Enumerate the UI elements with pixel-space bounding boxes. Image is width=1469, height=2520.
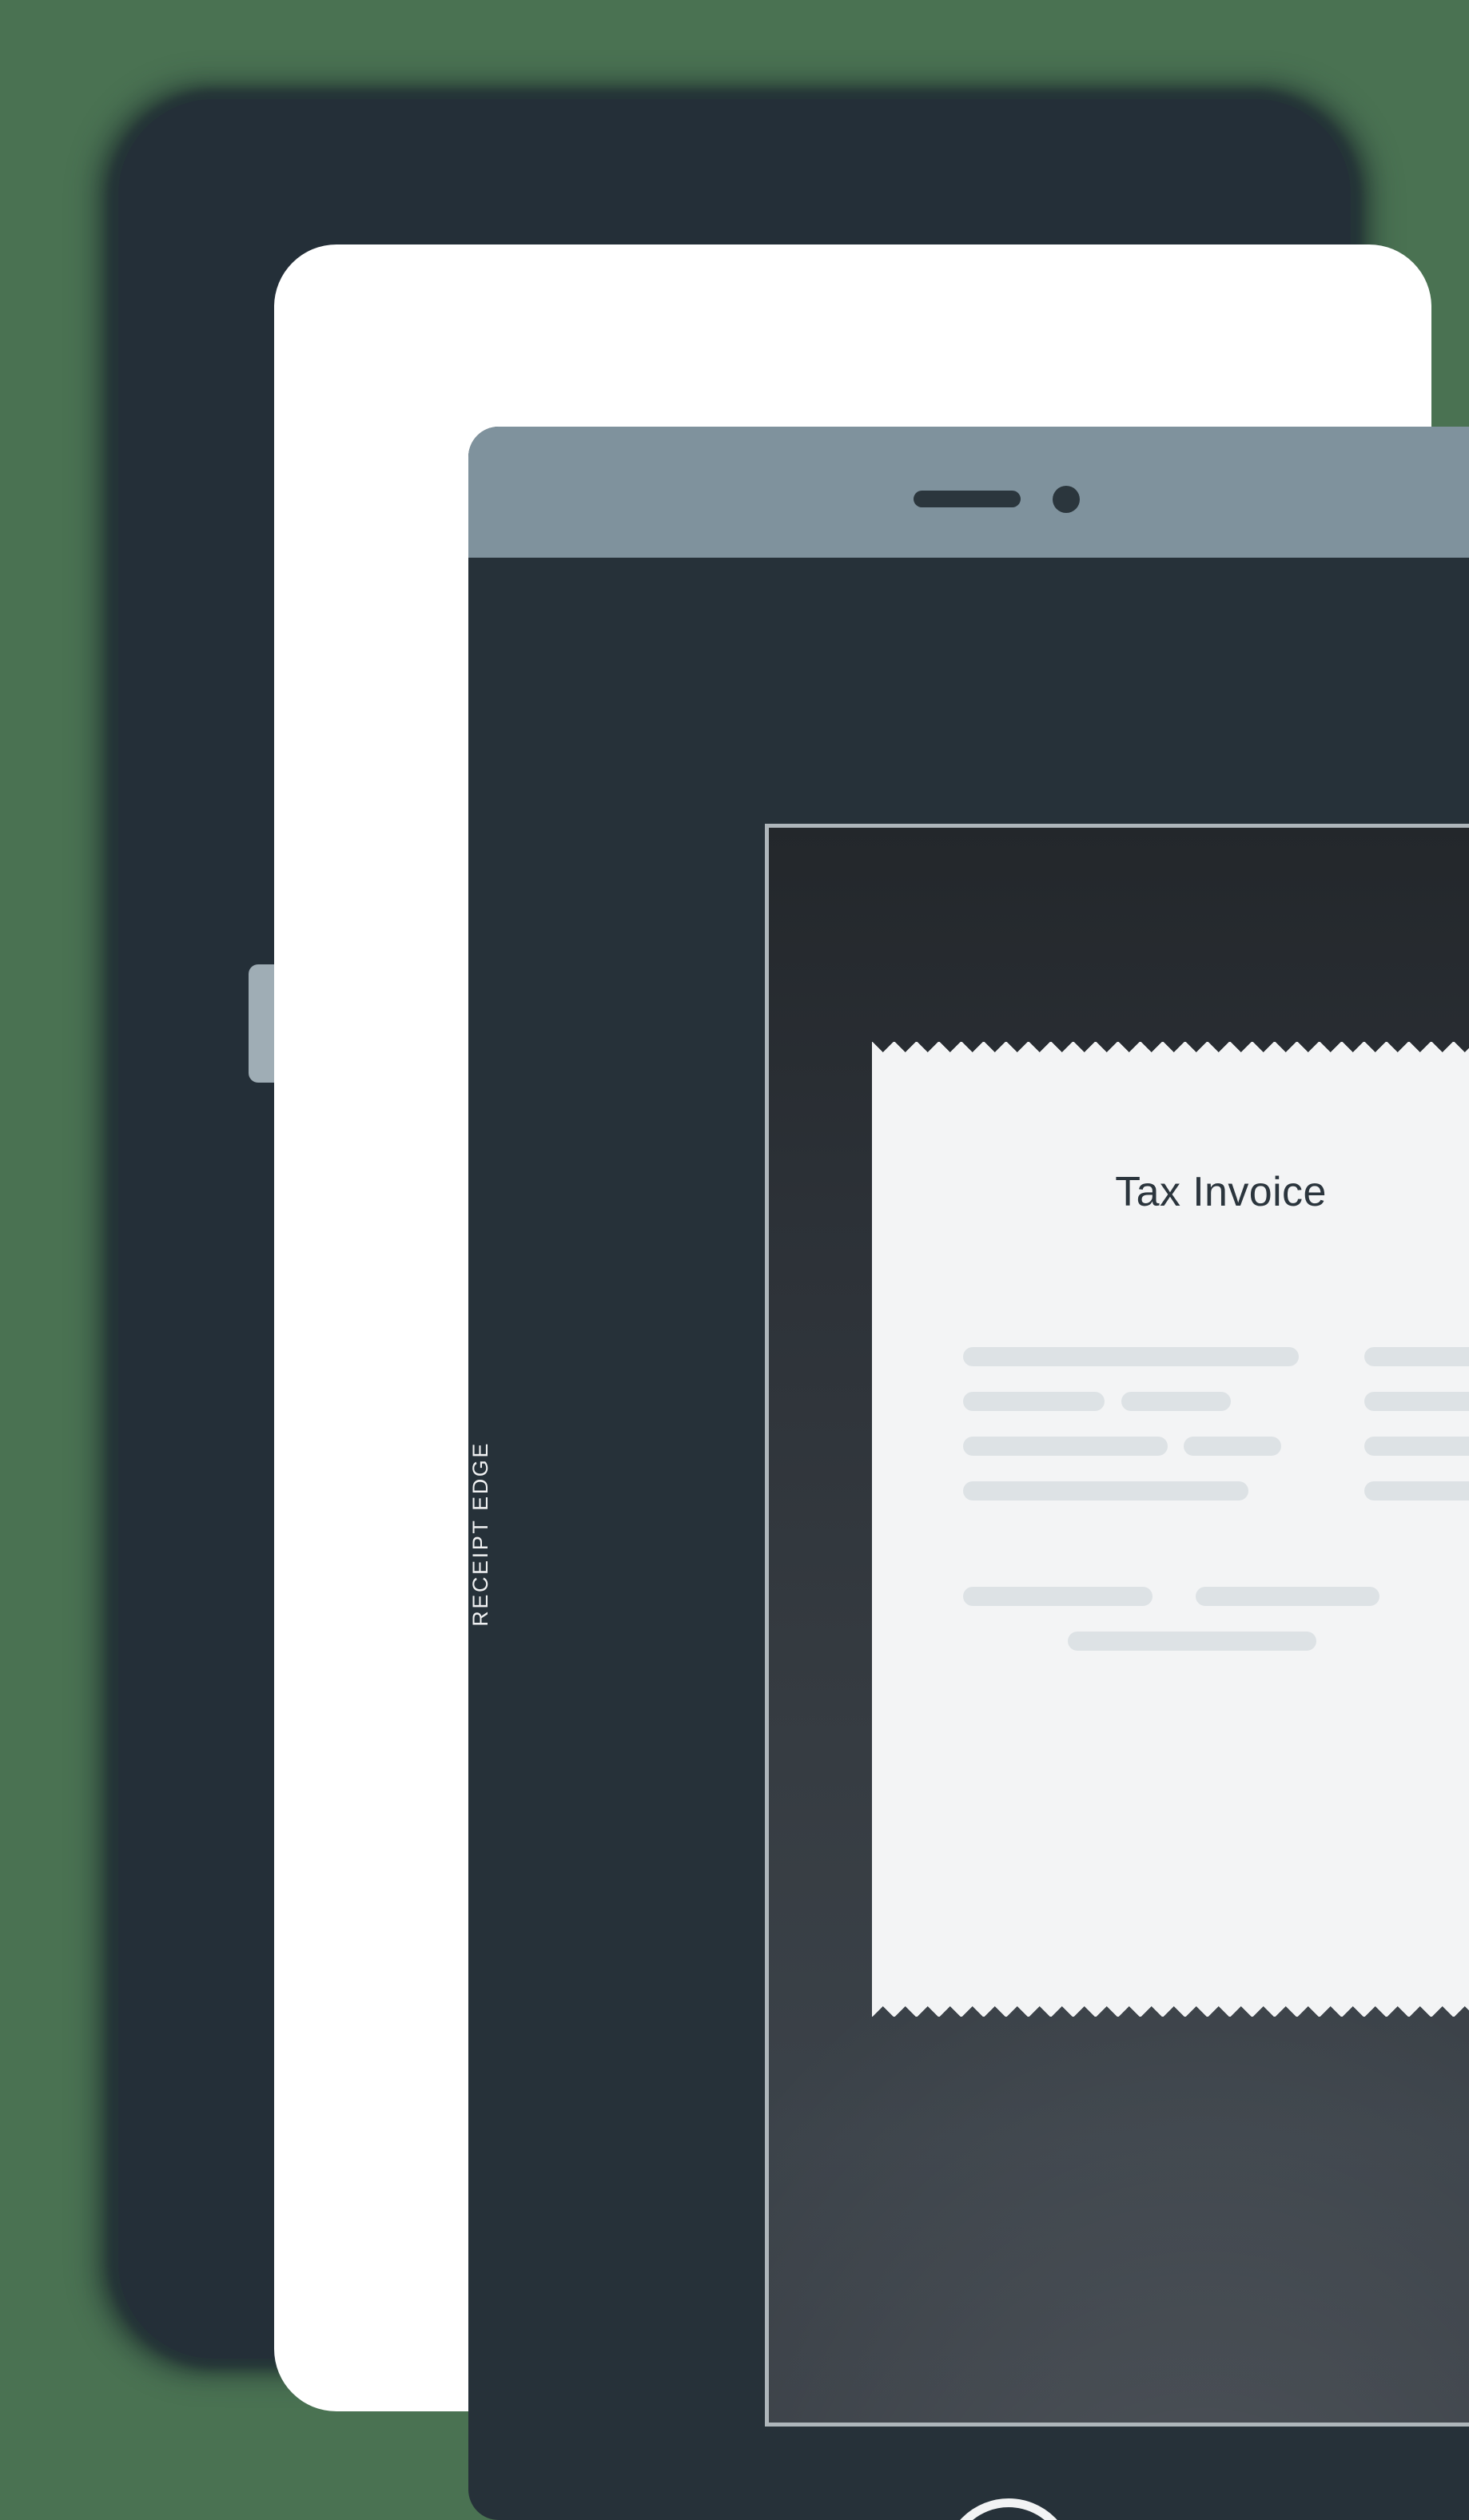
home-button[interactable] (943, 2498, 1074, 2520)
power-button[interactable] (249, 964, 274, 1083)
top-bezel (468, 427, 1469, 558)
device-screen: Tax Invoice RECEIPT EDGE RECEIPT EDGE CA… (468, 427, 1469, 2520)
receipt-placeholder-bar (1364, 1437, 1469, 1456)
camera-viewfinder[interactable]: Tax Invoice (765, 824, 1469, 2427)
receipt-placeholder-bar (1364, 1392, 1469, 1411)
receipt-placeholder-bar (1068, 1632, 1316, 1651)
receipt-placeholder-bar (963, 1587, 1153, 1606)
receipt-placeholder-bar (1364, 1481, 1469, 1500)
phone-body: Tax Invoice RECEIPT EDGE RECEIPT EDGE CA… (118, 99, 1469, 2520)
receipt-placeholder-bar (1196, 1587, 1379, 1606)
receipt-document: Tax Invoice (872, 1042, 1469, 2017)
front-camera-icon (1053, 486, 1080, 513)
receipt-edge-label-left: RECEIPT EDGE (468, 1441, 492, 1627)
receipt-placeholder-bar (1184, 1437, 1281, 1456)
receipt-placeholder-bar (963, 1347, 1299, 1366)
receipt-placeholder-bar (963, 1481, 1248, 1500)
phone-white-frame: Tax Invoice RECEIPT EDGE RECEIPT EDGE CA… (274, 244, 1469, 2520)
receipt-placeholder-bar (1364, 1347, 1469, 1366)
speaker-grille-icon (914, 491, 1021, 507)
receipt-placeholder-lines (872, 1042, 1469, 2017)
receipt-placeholder-bar (1121, 1392, 1231, 1411)
receipt-placeholder-bar (963, 1437, 1168, 1456)
receipt-placeholder-bar (963, 1392, 1105, 1411)
